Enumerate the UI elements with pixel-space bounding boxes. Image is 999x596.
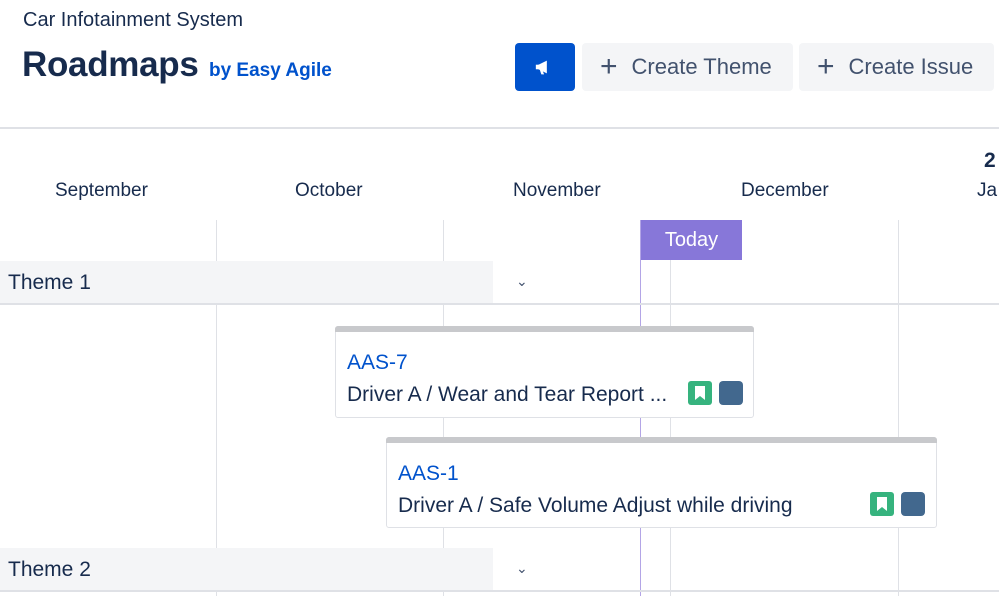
issue-summary: Driver A / Wear and Tear Report ...: [347, 383, 668, 406]
megaphone-icon: [535, 60, 547, 75]
today-marker[interactable]: Today: [641, 220, 742, 260]
month-label-september: September: [55, 180, 148, 201]
theme-divider: [0, 590, 999, 592]
feedback-button[interactable]: [515, 43, 575, 91]
theme-row[interactable]: Theme 1 ⌄: [0, 261, 999, 305]
status-icon: [901, 492, 925, 516]
create-issue-label: Create Issue: [848, 54, 974, 79]
header-divider: [0, 127, 999, 129]
page-title: Roadmaps by Easy Agile: [22, 45, 332, 85]
issue-card[interactable]: AAS-1 Driver A / Safe Volume Adjust whil…: [386, 437, 937, 528]
issue-summary: Driver A / Safe Volume Adjust while driv…: [398, 494, 793, 517]
create-issue-button[interactable]: + Create Issue: [799, 43, 994, 91]
theme-name: Theme 2: [8, 558, 91, 581]
theme-row[interactable]: Theme 2 ⌄: [0, 548, 999, 592]
chevron-down-icon[interactable]: ⌄: [516, 273, 528, 290]
issue-card-progress-bar: [335, 326, 754, 332]
create-theme-button[interactable]: + Create Theme: [582, 43, 793, 91]
roadmaps-title: Roadmaps: [22, 45, 199, 84]
create-theme-label: Create Theme: [631, 54, 772, 79]
chevron-down-icon[interactable]: ⌄: [516, 560, 528, 577]
byline-link[interactable]: by Easy Agile: [209, 60, 332, 81]
status-icon: [719, 381, 743, 405]
theme-name: Theme 1: [8, 271, 91, 294]
year-label: 2: [984, 149, 996, 172]
month-label-november: November: [513, 180, 601, 201]
story-icon: [870, 492, 894, 516]
issue-card-progress-bar: [386, 437, 937, 443]
issue-key-link[interactable]: AAS-1: [398, 462, 459, 486]
month-label-january: Ja: [977, 180, 998, 201]
month-label-october: October: [295, 180, 363, 201]
story-icon: [688, 381, 712, 405]
plus-icon: +: [600, 50, 618, 83]
theme-divider: [0, 303, 999, 305]
project-name: Car Infotainment System: [23, 9, 244, 31]
issue-key-link[interactable]: AAS-7: [347, 351, 408, 375]
plus-icon: +: [817, 50, 835, 83]
issue-card[interactable]: AAS-7 Driver A / Wear and Tear Report ..…: [335, 326, 754, 418]
month-label-december: December: [741, 180, 829, 201]
